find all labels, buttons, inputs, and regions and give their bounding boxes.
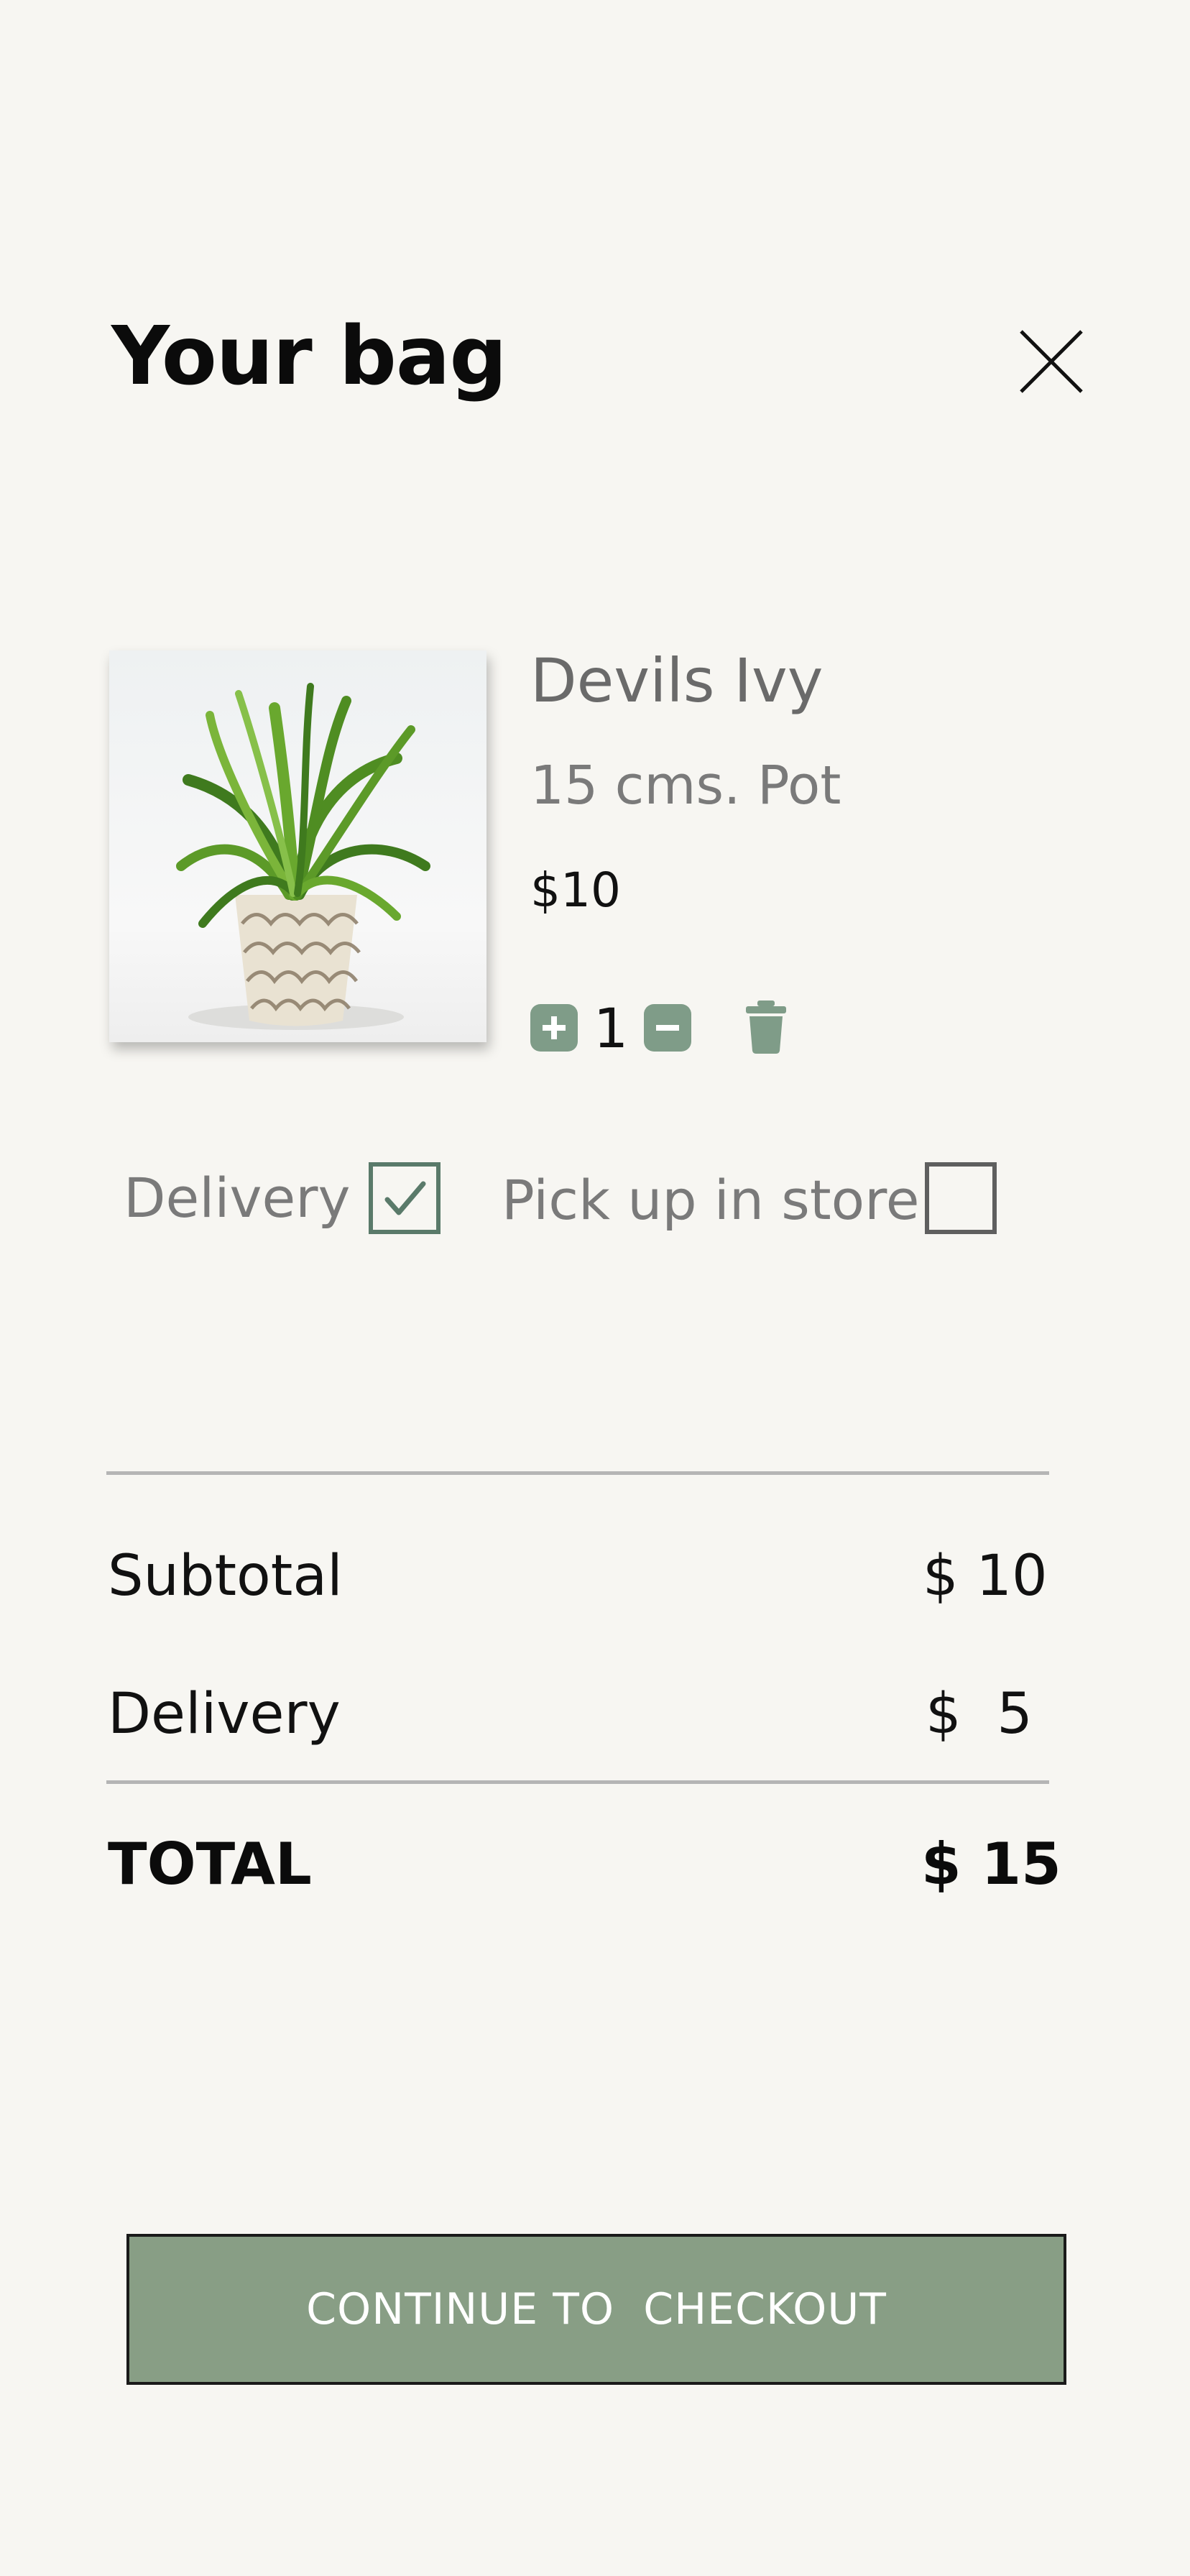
quantity-value: 1 <box>593 995 629 1060</box>
pickup-checkbox[interactable] <box>925 1162 997 1234</box>
delivery-fee-value: $ 5 <box>926 1682 1033 1747</box>
checkmark-icon <box>384 1181 426 1215</box>
subtotal-value: $ 10 <box>923 1544 1048 1609</box>
page-title: Your bag <box>111 310 507 403</box>
plus-icon <box>543 1016 566 1039</box>
product-image[interactable] <box>109 650 486 1042</box>
quantity-stepper: 1 <box>530 995 691 1060</box>
delivery-option-label: Delivery <box>124 1166 351 1230</box>
increment-button[interactable] <box>530 1004 578 1052</box>
summary-divider-total <box>106 1780 1049 1784</box>
delivery-fee-label: Delivery <box>108 1682 341 1747</box>
delivery-checkbox[interactable] <box>369 1162 441 1234</box>
product-variant: 15 cms. Pot <box>530 755 841 816</box>
checkout-button[interactable]: CONTINUE TO CHECKOUT <box>126 2234 1066 2385</box>
close-icon <box>1020 330 1083 393</box>
minus-icon <box>656 1025 679 1031</box>
decrement-button[interactable] <box>644 1004 691 1052</box>
pickup-option-label: Pick up in store <box>502 1168 920 1232</box>
potted-plant-image <box>176 683 430 1030</box>
subtotal-label: Subtotal <box>108 1544 343 1609</box>
total-label: TOTAL <box>108 1831 312 1898</box>
summary-divider-top <box>106 1471 1049 1475</box>
total-value: $ 15 <box>921 1831 1061 1898</box>
remove-item-button[interactable] <box>744 1000 788 1054</box>
close-button[interactable] <box>1017 327 1086 396</box>
product-price: $10 <box>530 862 621 918</box>
product-name[interactable]: Devils Ivy <box>530 645 823 716</box>
trash-icon <box>746 1000 786 1054</box>
bag-page: Your bag Devils Ivy 15 cms. Pot $10 1 De… <box>0 0 1190 2576</box>
